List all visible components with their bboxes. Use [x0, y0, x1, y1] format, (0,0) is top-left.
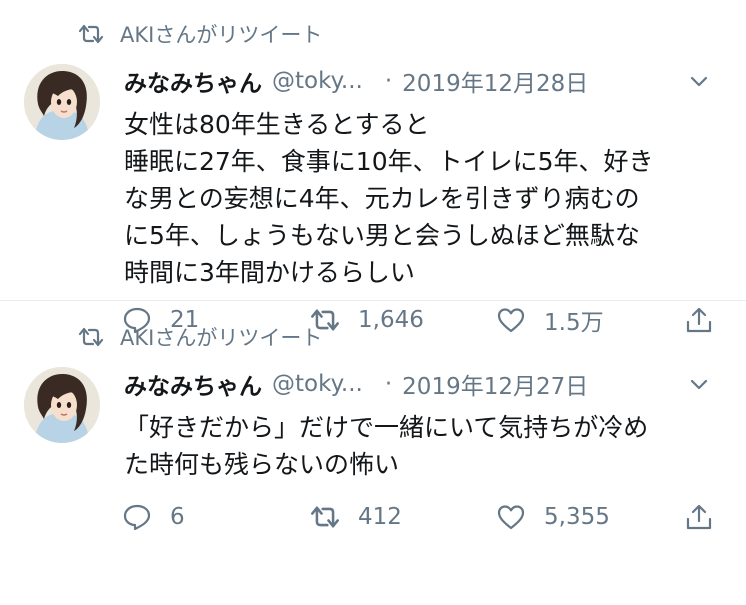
tweet-date[interactable]: 2019年12月28日 [402, 64, 588, 98]
separator-dot: · [384, 371, 393, 397]
tweet-text: 女性は80年生きるとすると 睡眠に27年、食事に10年、トイレに5年、好き な男… [124, 106, 724, 291]
tweet-text: 「好きだから」だけで一緒にいて気持ちが冷め た時何も残らないの怖い [124, 409, 724, 483]
separator-dot: · [384, 68, 393, 94]
tweet-text-line: 睡眠に27年、食事に10年、トイレに5年、好き [124, 147, 654, 176]
reply-button[interactable]: 6 [122, 503, 185, 531]
chevron-down-icon[interactable] [688, 70, 710, 92]
tweet[interactable]: AKIさんがリツイート みなみちゃん @toky... · 2019年12月28… [0, 0, 746, 336]
retweet-icon [78, 23, 104, 45]
retweeted-by-label: AKIさんがリツイート [120, 23, 323, 47]
reply-icon [122, 503, 152, 531]
reply-count: 6 [170, 504, 185, 530]
tweet-date[interactable]: 2019年12月27日 [402, 367, 588, 401]
author-handle[interactable]: @toky... [272, 371, 363, 397]
heart-icon [496, 503, 526, 531]
retweet-count: 412 [358, 504, 402, 530]
chevron-down-icon[interactable] [688, 373, 710, 395]
retweet-context: AKIさんがリツイート [78, 323, 322, 351]
like-button[interactable]: 5,355 [496, 503, 610, 531]
tweet-actions: 6 412 5,355 [122, 497, 722, 537]
author-name[interactable]: みなみちゃん [124, 64, 262, 98]
avatar[interactable] [24, 367, 100, 443]
author-name[interactable]: みなみちゃん [124, 367, 262, 401]
tweet-header: みなみちゃん @toky... · 2019年12月27日 [124, 367, 724, 401]
share-button[interactable] [684, 503, 732, 531]
retweet-context: AKIさんがリツイート [78, 20, 322, 48]
retweet-icon [310, 503, 340, 531]
share-icon [684, 503, 714, 531]
like-count: 5,355 [544, 504, 610, 530]
tweet-text-line: た時何も残らないの怖い [124, 450, 400, 479]
tweet[interactable]: AKIさんがリツイート みなみちゃん @toky... · 2019年12月27… [0, 300, 746, 605]
retweet-button[interactable]: 412 [310, 503, 402, 531]
avatar-image [24, 64, 100, 140]
tweet-text-line: 女性は80年生きるとすると [124, 110, 430, 139]
avatar[interactable] [24, 64, 100, 140]
author-handle[interactable]: @toky... [272, 68, 363, 94]
retweeted-by-label: AKIさんがリツイート [120, 326, 323, 350]
tweet-text-line: に5年、しょうもない男と会うしぬほど無駄な [124, 221, 640, 250]
tweet-header: みなみちゃん @toky... · 2019年12月28日 [124, 64, 724, 98]
tweet-text-line: 時間に3年間かけるらしい [124, 258, 415, 287]
tweet-text-line: な男との妄想に4年、元カレを引きずり病むの [124, 184, 640, 213]
tweet-text-line: 「好きだから」だけで一緒にいて気持ちが冷め [124, 413, 649, 442]
retweet-icon [78, 326, 104, 348]
avatar-image [24, 367, 100, 443]
